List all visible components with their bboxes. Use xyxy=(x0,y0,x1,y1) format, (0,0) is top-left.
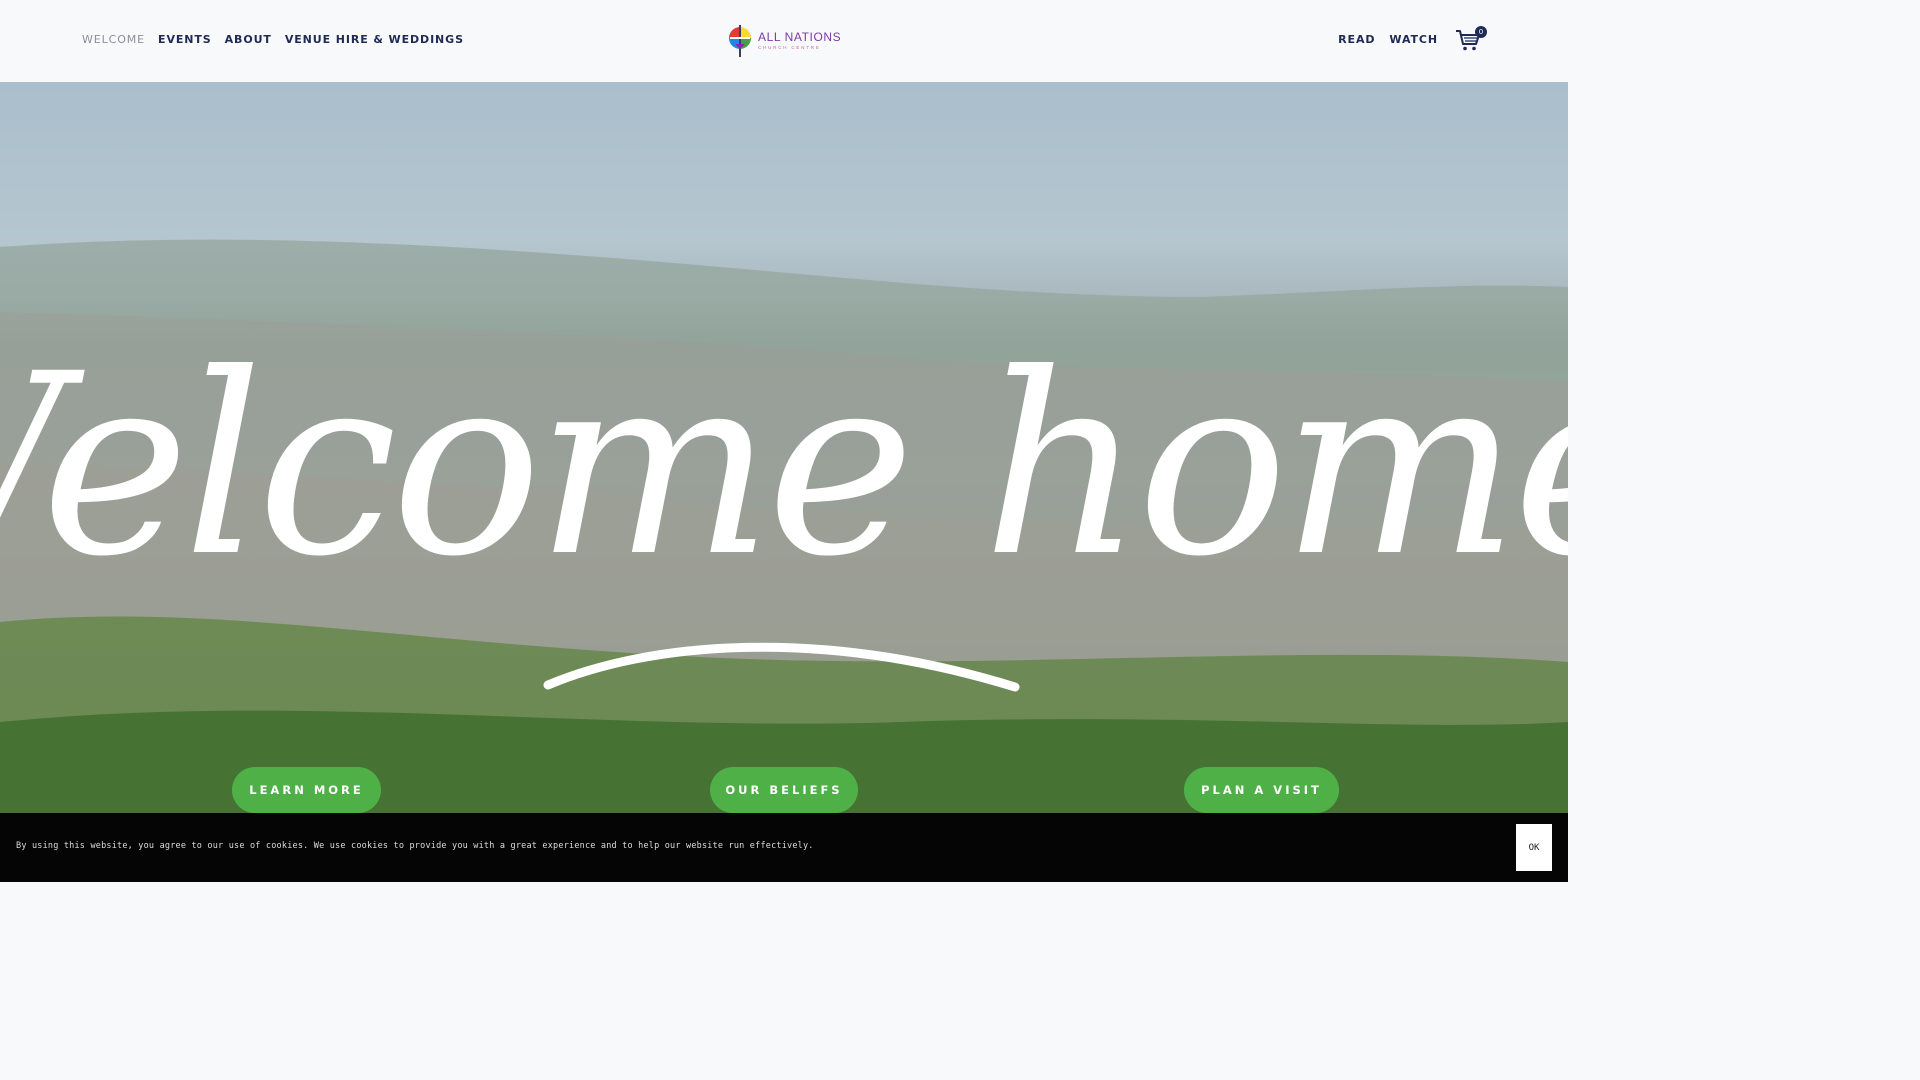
secondary-nav: READ WATCH xyxy=(1338,33,1438,46)
learn-more-button[interactable]: LEARN MORE xyxy=(232,767,381,813)
cookie-ok-button[interactable]: OK xyxy=(1516,824,1552,871)
logo-title: ALL NATIONS xyxy=(758,30,842,45)
logo-subtitle: CHURCH CENTRE xyxy=(758,45,821,51)
headline-text: Welcome home! xyxy=(0,320,1568,611)
nav-read[interactable]: READ xyxy=(1338,33,1375,46)
primary-nav: WELCOME EVENTS ABOUT VENUE HIRE & WEDDIN… xyxy=(82,33,464,46)
nav-events[interactable]: EVENTS xyxy=(158,33,212,46)
nav-about[interactable]: ABOUT xyxy=(225,33,272,46)
welcome-headline: Welcome home! xyxy=(0,320,1568,692)
cookie-message: By using this website, you agree to our … xyxy=(16,841,814,851)
cookie-banner: By using this website, you agree to our … xyxy=(0,813,1568,882)
logo-cross-icon xyxy=(729,25,751,57)
nav-venue-hire-weddings[interactable]: VENUE HIRE & WEDDINGS xyxy=(285,33,464,46)
cart-count-badge: 0 xyxy=(1475,26,1487,38)
plan-a-visit-button[interactable]: PLAN A VISIT xyxy=(1184,767,1339,813)
site-header: WELCOME EVENTS ABOUT VENUE HIRE & WEDDIN… xyxy=(0,0,1568,82)
our-beliefs-button[interactable]: OUR BELIEFS xyxy=(710,767,858,813)
nav-welcome[interactable]: WELCOME xyxy=(82,33,145,46)
hero-section: Welcome home! LEARN MORE OUR BELIEFS PLA… xyxy=(0,82,1568,813)
cart-button[interactable]: 0 xyxy=(1455,26,1487,52)
site-logo[interactable]: ALL NATIONS CHURCH CENTRE xyxy=(727,24,841,58)
nav-watch[interactable]: WATCH xyxy=(1389,33,1438,46)
